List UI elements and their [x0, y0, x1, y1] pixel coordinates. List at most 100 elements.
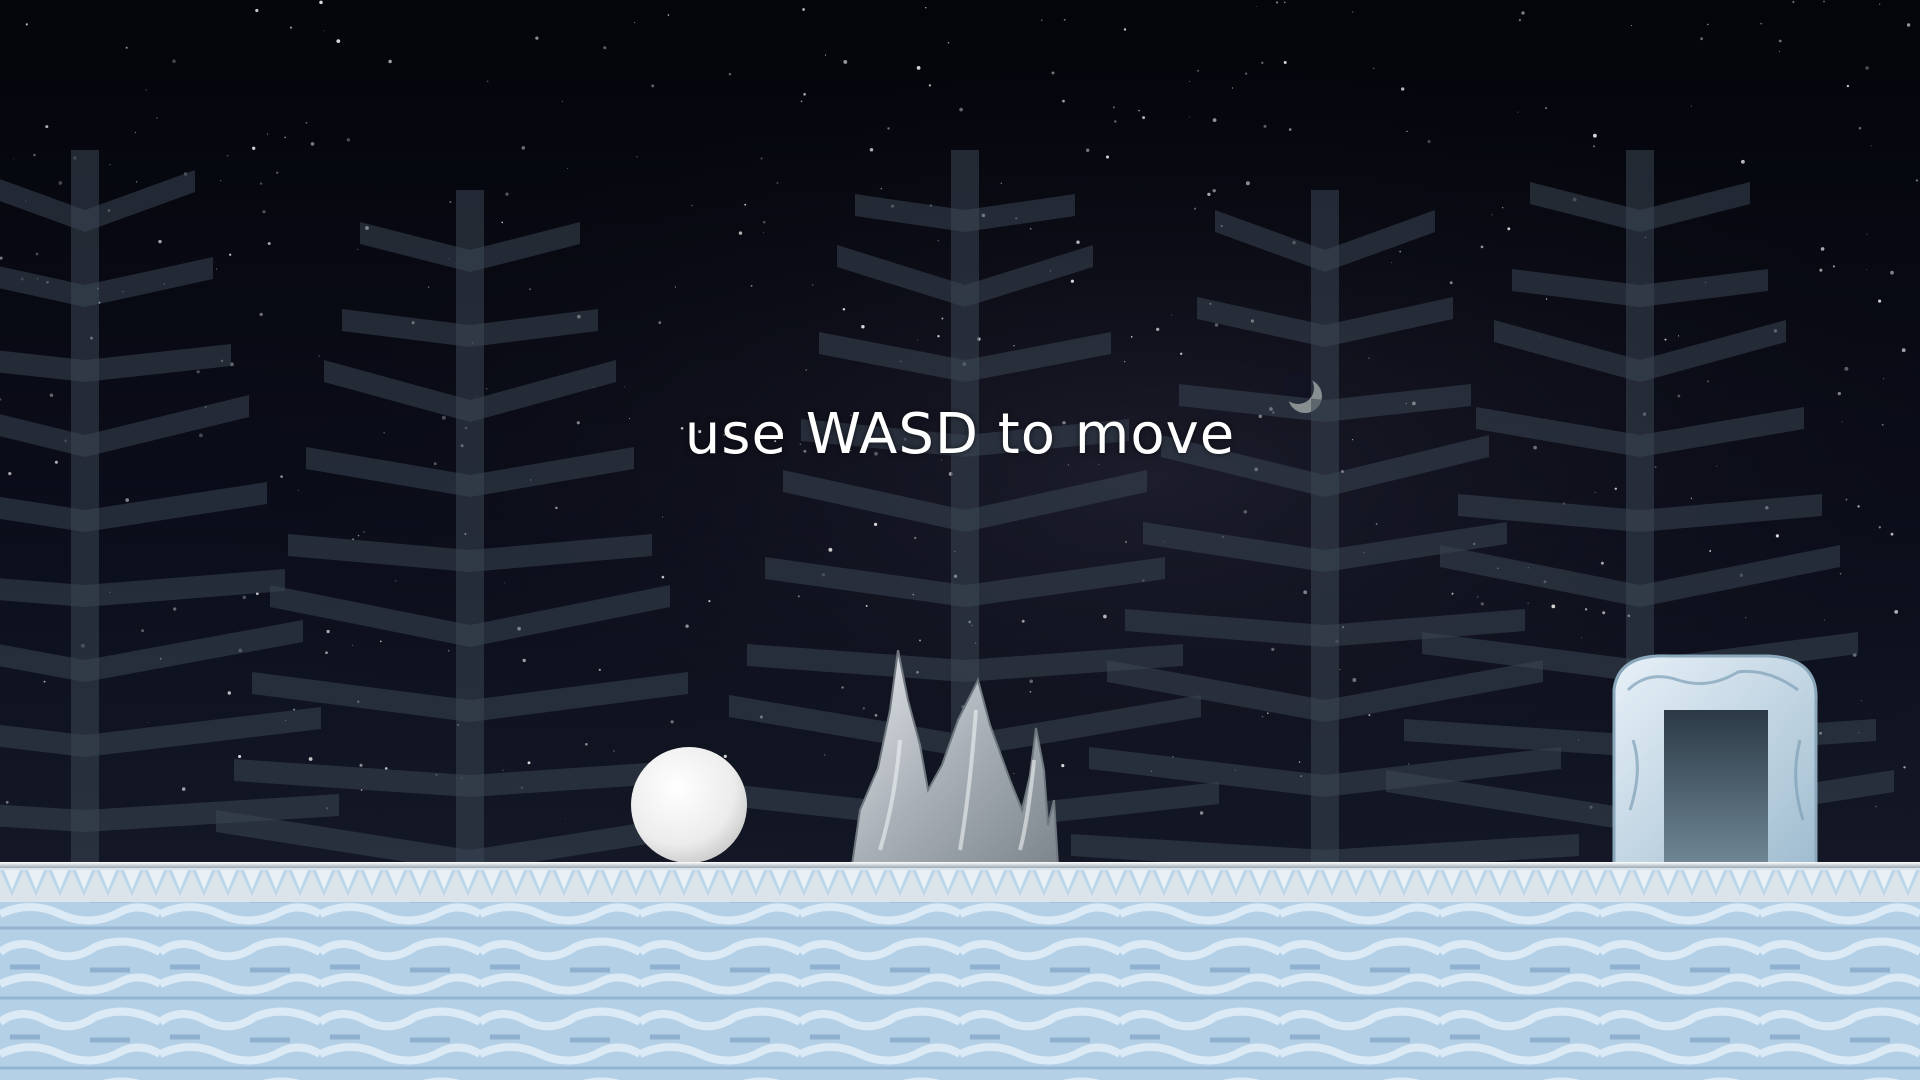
star — [1476, 596, 1479, 598]
star — [708, 600, 711, 603]
star — [1062, 421, 1066, 425]
star — [1760, 22, 1763, 25]
star — [1823, 0, 1825, 3]
star — [1021, 619, 1025, 623]
star — [1706, 23, 1709, 26]
star — [1130, 336, 1133, 338]
star — [1189, 80, 1191, 83]
star — [937, 240, 939, 242]
star — [865, 604, 868, 607]
star — [35, 252, 39, 256]
star — [1820, 247, 1825, 251]
star — [125, 498, 129, 502]
star — [1775, 534, 1780, 538]
star — [352, 644, 353, 646]
star — [1866, 269, 1868, 270]
star — [1067, 464, 1069, 466]
star — [1207, 192, 1211, 197]
star — [916, 66, 921, 70]
star — [1518, 18, 1522, 22]
star — [1527, 602, 1529, 604]
star — [267, 242, 271, 245]
star — [802, 8, 805, 11]
star — [1375, 523, 1378, 525]
star — [1142, 116, 1146, 120]
star — [1602, 611, 1606, 615]
star — [1298, 761, 1301, 763]
star — [658, 321, 662, 324]
star — [937, 335, 940, 338]
star — [1373, 67, 1375, 69]
star — [1903, 766, 1906, 769]
tree-trunk — [71, 150, 99, 865]
star — [326, 629, 330, 634]
star — [1401, 87, 1405, 91]
star — [887, 127, 890, 130]
star — [823, 754, 826, 756]
star — [215, 268, 217, 270]
star — [941, 317, 944, 320]
star — [280, 475, 283, 478]
star — [1427, 140, 1431, 144]
star — [1839, 573, 1842, 575]
star — [1741, 159, 1745, 164]
star — [1630, 25, 1632, 27]
star — [738, 231, 743, 235]
star — [1000, 182, 1002, 184]
star — [1901, 348, 1906, 353]
game-scene[interactable]: use WASD to move — [0, 0, 1920, 1080]
star — [1881, 423, 1884, 426]
star — [1193, 207, 1197, 210]
star — [448, 650, 450, 652]
star — [1123, 28, 1127, 31]
star — [227, 691, 231, 695]
star — [25, 23, 28, 26]
star — [145, 89, 147, 91]
star — [880, 187, 883, 190]
star — [297, 489, 299, 492]
star — [58, 181, 63, 185]
star — [229, 253, 232, 256]
star — [843, 59, 848, 64]
star — [147, 721, 149, 724]
star — [667, 14, 670, 16]
star — [43, 680, 46, 683]
star — [1041, 19, 1043, 21]
star — [276, 171, 279, 174]
star — [266, 133, 269, 135]
star — [319, 0, 323, 5]
star — [1507, 227, 1511, 231]
star — [259, 182, 263, 185]
star — [1070, 279, 1074, 283]
star — [1866, 233, 1868, 235]
star — [1690, 105, 1692, 107]
ice-portal-exit[interactable] — [1608, 650, 1823, 865]
star — [613, 750, 615, 752]
star — [1029, 227, 1032, 230]
star — [501, 221, 504, 224]
star — [874, 451, 878, 456]
star — [1865, 66, 1869, 70]
star — [869, 148, 874, 152]
star — [1593, 133, 1597, 138]
star — [1267, 712, 1269, 714]
star — [504, 582, 506, 584]
star — [1112, 106, 1115, 109]
star — [812, 284, 814, 286]
star — [433, 462, 437, 466]
star — [196, 370, 200, 374]
star — [136, 181, 138, 183]
star — [318, 355, 320, 357]
tree-trunk — [456, 190, 484, 865]
star — [564, 818, 566, 820]
star — [941, 459, 943, 461]
star — [598, 668, 601, 672]
star — [1170, 314, 1173, 316]
star — [346, 138, 351, 142]
star — [1256, 5, 1257, 7]
star — [172, 59, 176, 63]
star — [8, 471, 12, 476]
star — [1261, 715, 1264, 718]
star — [1521, 11, 1525, 15]
star — [1707, 380, 1709, 383]
